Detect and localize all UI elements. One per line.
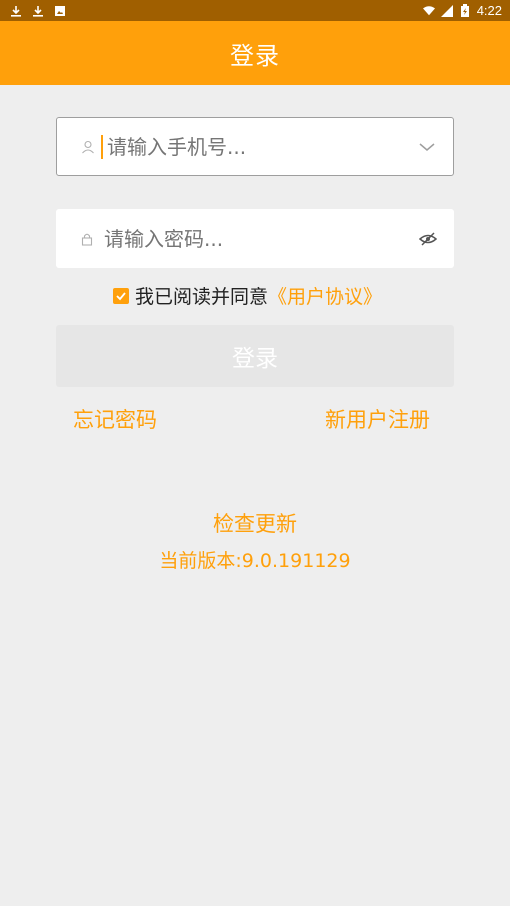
status-bar-left: [10, 5, 66, 17]
status-time: 4:22: [476, 3, 502, 18]
chevron-down-icon[interactable]: [415, 135, 439, 159]
register-link[interactable]: 新用户注册: [325, 404, 430, 434]
download-icon: [32, 5, 44, 17]
forgot-password-link[interactable]: 忘记密码: [73, 404, 157, 434]
check-update-link[interactable]: 检查更新: [0, 508, 510, 538]
image-icon: [54, 5, 66, 17]
wifi-icon: [422, 5, 435, 17]
signal-icon: [440, 4, 453, 17]
version-text: 当前版本:9.0.191129: [159, 550, 351, 572]
battery-icon: [459, 4, 471, 17]
password-field[interactable]: [56, 209, 454, 268]
login-button[interactable]: 登录: [56, 325, 454, 387]
status-bar: 4:22: [0, 0, 510, 21]
download-icon: [10, 5, 22, 17]
agreement-checkbox[interactable]: [113, 287, 129, 304]
page-title: 登录: [230, 41, 280, 70]
user-agreement-link[interactable]: 《用户协议》: [268, 282, 382, 309]
agreement-row: 我已阅读并同意 《用户协议》: [113, 282, 382, 309]
password-input[interactable]: [104, 226, 416, 251]
phone-field[interactable]: [56, 117, 454, 176]
phone-input[interactable]: [107, 134, 415, 159]
user-icon: [79, 138, 97, 156]
eye-off-icon[interactable]: [416, 227, 440, 251]
agreement-text: 我已阅读并同意: [135, 286, 269, 308]
app-bar: 登录: [0, 21, 510, 85]
text-cursor: [101, 134, 103, 159]
status-bar-right: 4:22: [422, 3, 502, 18]
lock-icon: [78, 230, 96, 248]
